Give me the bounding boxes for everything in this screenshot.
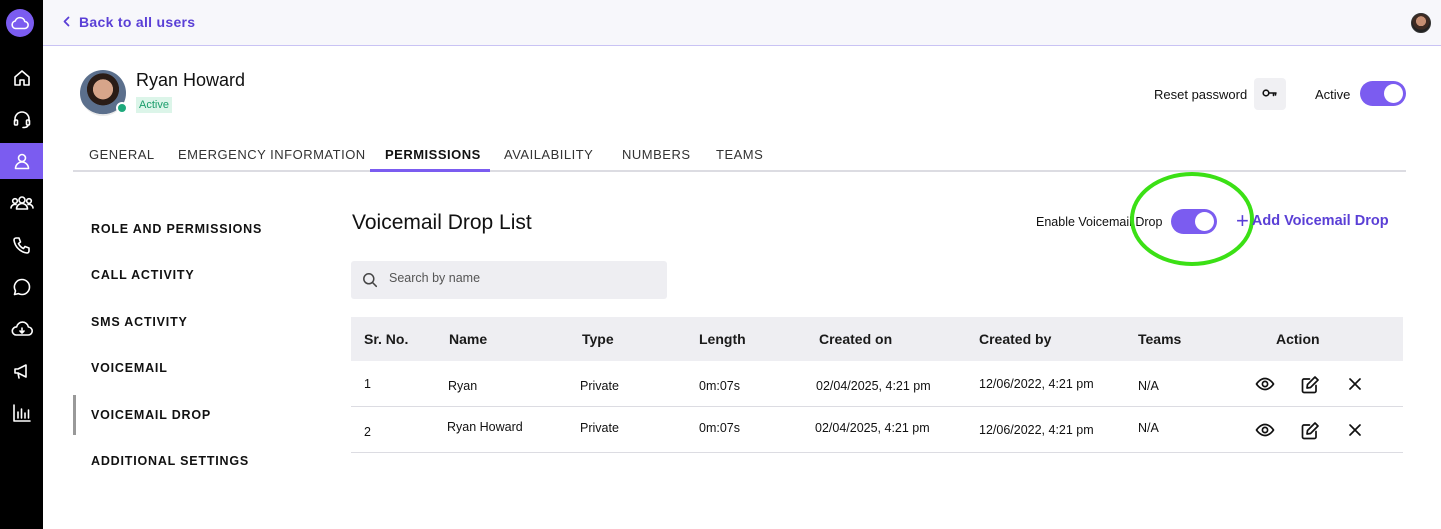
side-item-voicemail[interactable]: VOICEMAIL xyxy=(91,361,168,375)
cell-created-on: 02/04/2025, 4:21 pm xyxy=(815,421,930,435)
table-row: 1 Ryan Private 0m:07s 02/04/2025, 4:21 p… xyxy=(351,361,1403,407)
app-logo-icon[interactable] xyxy=(6,9,34,37)
tab-bar: GENERAL EMERGENCY INFORMATION PERMISSION… xyxy=(73,138,1406,172)
cloud-icon[interactable] xyxy=(0,311,43,347)
headset-icon[interactable] xyxy=(0,101,43,137)
user-avatar xyxy=(80,70,128,116)
side-item-sms-activity[interactable]: SMS ACTIVITY xyxy=(91,315,188,329)
view-eye-icon[interactable] xyxy=(1255,376,1275,397)
column-header-created-by: Created by xyxy=(979,331,1052,347)
edit-pencil-icon[interactable] xyxy=(1301,375,1320,399)
user-name: Ryan Howard xyxy=(136,70,246,90)
user-icon[interactable] xyxy=(0,143,43,179)
tab-availability[interactable]: AVAILABILITY xyxy=(504,147,593,162)
team-icon[interactable] xyxy=(0,185,43,221)
chevron-left-icon xyxy=(63,14,70,30)
column-header-created-on: Created on xyxy=(819,331,893,347)
reset-password-button[interactable] xyxy=(1254,78,1286,110)
column-header-sr-no: Sr. No. xyxy=(364,331,409,347)
current-user-avatar[interactable] xyxy=(1411,13,1431,33)
cell-sr-no: 1 xyxy=(364,377,371,391)
tab-teams[interactable]: TEAMS xyxy=(716,147,763,162)
cell-name: Ryan xyxy=(448,379,478,393)
megaphone-icon[interactable] xyxy=(0,353,43,389)
search-input[interactable] xyxy=(389,271,649,285)
edit-pencil-icon[interactable] xyxy=(1301,421,1320,445)
side-item-role-and-permissions[interactable]: ROLE AND PERMISSIONS xyxy=(91,222,262,236)
tab-permissions[interactable]: PERMISSIONS xyxy=(385,147,481,162)
column-header-length: Length xyxy=(699,331,746,347)
home-icon[interactable] xyxy=(0,60,43,96)
cell-length: 0m:07s xyxy=(699,379,740,393)
table-header: Sr. No. Name Type Length Created on Crea… xyxy=(351,317,1403,361)
phone-icon[interactable] xyxy=(0,227,43,263)
active-tab-indicator xyxy=(370,169,490,172)
tab-numbers[interactable]: NUMBERS xyxy=(622,147,691,162)
cell-created-by: 12/06/2022, 4:21 pm xyxy=(979,423,1094,437)
view-eye-icon[interactable] xyxy=(1255,422,1275,443)
left-nav-rail xyxy=(0,0,43,529)
tab-emergency-information[interactable]: EMERGENCY INFORMATION xyxy=(178,147,366,162)
key-icon xyxy=(1262,85,1278,103)
add-voicemail-drop-label: Add Voicemail Drop xyxy=(1251,213,1389,229)
active-toggle[interactable] xyxy=(1360,81,1406,106)
cell-type: Private xyxy=(580,379,619,393)
back-to-users-link[interactable]: Back to all users xyxy=(63,14,195,30)
active-side-item-indicator xyxy=(73,395,76,435)
top-bar: Back to all users xyxy=(43,0,1441,46)
plus-icon: + xyxy=(1236,208,1249,233)
cell-teams: N/A xyxy=(1138,379,1159,393)
active-toggle-label: Active xyxy=(1315,87,1351,102)
reset-password-label: Reset password xyxy=(1154,87,1248,102)
analytics-icon[interactable] xyxy=(0,395,43,431)
cell-length: 0m:07s xyxy=(699,421,740,435)
search-box xyxy=(351,261,667,299)
search-icon xyxy=(362,272,378,293)
cell-created-by: 12/06/2022, 4:21 pm xyxy=(979,377,1094,391)
cell-created-on: 02/04/2025, 4:21 pm xyxy=(816,379,931,393)
section-title: Voicemail Drop List xyxy=(352,211,532,234)
online-status-icon xyxy=(116,102,128,114)
add-voicemail-drop-button[interactable]: + Add Voicemail Drop xyxy=(1236,208,1389,233)
cell-teams: N/A xyxy=(1138,421,1159,435)
column-header-type: Type xyxy=(582,331,614,347)
column-header-action: Action xyxy=(1276,331,1320,347)
cell-name: Ryan Howard xyxy=(447,420,523,434)
chat-icon[interactable] xyxy=(0,269,43,305)
column-header-name: Name xyxy=(449,331,488,347)
side-item-voicemail-drop[interactable]: VOICEMAIL DROP xyxy=(91,408,211,422)
side-item-call-activity[interactable]: CALL ACTIVITY xyxy=(91,268,194,282)
side-item-additional-settings[interactable]: ADDITIONAL SETTINGS xyxy=(91,454,249,468)
user-status-badge: Active xyxy=(136,97,172,113)
delete-close-icon[interactable] xyxy=(1348,377,1362,396)
column-header-teams: Teams xyxy=(1138,331,1182,347)
table-row: 2 Ryan Howard Private 0m:07s 02/04/2025,… xyxy=(351,407,1403,453)
delete-close-icon[interactable] xyxy=(1348,423,1362,442)
cell-type: Private xyxy=(580,421,619,435)
back-link-label: Back to all users xyxy=(79,14,196,30)
tab-general[interactable]: GENERAL xyxy=(89,147,155,162)
voicemail-drop-table: Sr. No. Name Type Length Created on Crea… xyxy=(351,317,1403,453)
cell-sr-no: 2 xyxy=(364,425,371,439)
